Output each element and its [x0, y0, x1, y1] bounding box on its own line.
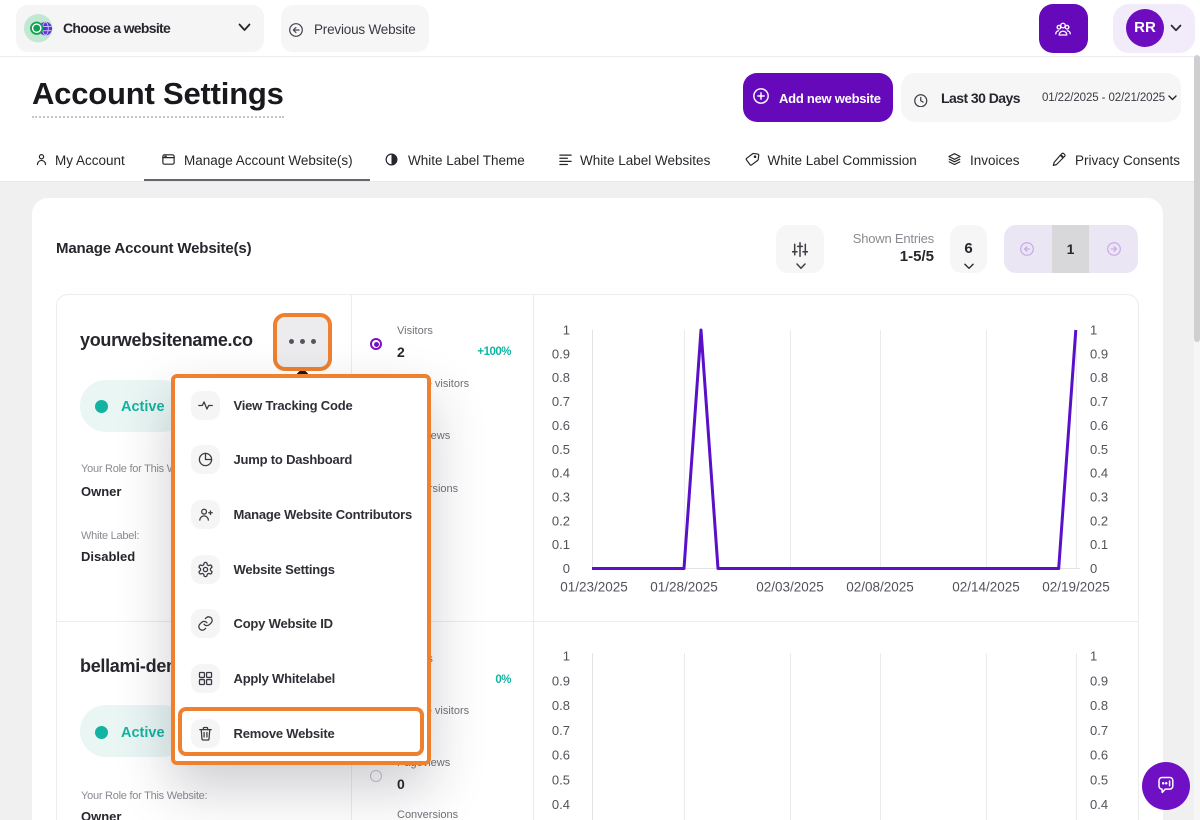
svg-text:0: 0 — [563, 561, 570, 576]
svg-text:1: 1 — [1090, 323, 1097, 338]
svg-text:0.1: 0.1 — [1090, 537, 1108, 552]
svg-text:0.9: 0.9 — [1090, 673, 1108, 688]
svg-text:0.9: 0.9 — [552, 346, 570, 361]
svg-text:1: 1 — [563, 323, 570, 338]
svg-text:1: 1 — [563, 649, 570, 664]
svg-text:0.4: 0.4 — [552, 466, 570, 481]
svg-text:0.2: 0.2 — [1090, 513, 1108, 528]
svg-text:0.3: 0.3 — [552, 489, 570, 504]
svg-text:01/28/2025: 01/28/2025 — [650, 580, 718, 595]
svg-text:01/23/2025: 01/23/2025 — [560, 580, 628, 595]
svg-text:0.5: 0.5 — [552, 442, 570, 457]
svg-text:0.4: 0.4 — [1090, 797, 1108, 812]
svg-text:0.1: 0.1 — [552, 537, 570, 552]
svg-text:0.5: 0.5 — [1090, 442, 1108, 457]
svg-text:02/08/2025: 02/08/2025 — [846, 580, 914, 595]
svg-text:1: 1 — [1090, 649, 1097, 664]
svg-text:0.3: 0.3 — [1090, 489, 1108, 504]
svg-text:0.7: 0.7 — [1090, 394, 1108, 409]
svg-text:0.5: 0.5 — [552, 772, 570, 787]
svg-text:0.8: 0.8 — [552, 370, 570, 385]
svg-text:0.2: 0.2 — [552, 513, 570, 528]
svg-text:02/14/2025: 02/14/2025 — [952, 580, 1020, 595]
svg-text:0.6: 0.6 — [1090, 418, 1108, 433]
svg-text:0.7: 0.7 — [552, 394, 570, 409]
svg-text:0.6: 0.6 — [552, 748, 570, 763]
svg-text:0.6: 0.6 — [1090, 748, 1108, 763]
svg-text:0.5: 0.5 — [1090, 772, 1108, 787]
svg-text:0.6: 0.6 — [552, 418, 570, 433]
svg-text:0.8: 0.8 — [1090, 698, 1108, 713]
svg-text:0.9: 0.9 — [1090, 346, 1108, 361]
svg-text:0.8: 0.8 — [1090, 370, 1108, 385]
svg-text:0.4: 0.4 — [552, 797, 570, 812]
svg-text:0.4: 0.4 — [1090, 466, 1108, 481]
svg-text:0.7: 0.7 — [1090, 723, 1108, 738]
svg-text:0.9: 0.9 — [552, 673, 570, 688]
svg-text:0.7: 0.7 — [552, 723, 570, 738]
svg-text:02/19/2025: 02/19/2025 — [1042, 580, 1110, 595]
svg-text:0.8: 0.8 — [552, 698, 570, 713]
svg-text:0: 0 — [1090, 561, 1097, 576]
svg-text:02/03/2025: 02/03/2025 — [756, 580, 824, 595]
